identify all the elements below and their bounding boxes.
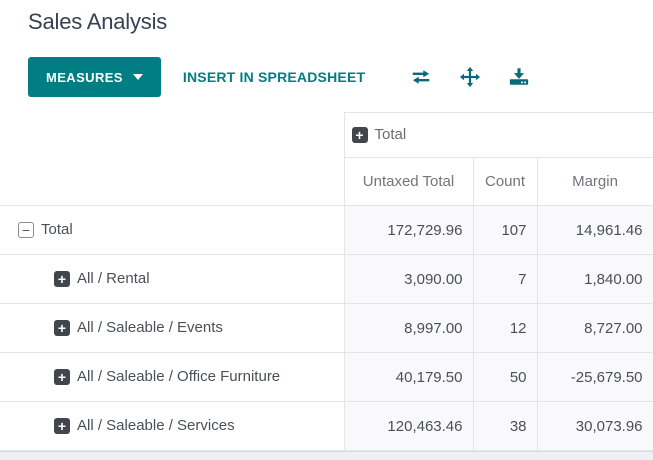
cell-untaxed-total[interactable]: 3,090.00	[343, 254, 474, 304]
table-footer-strip	[0, 451, 653, 460]
insert-in-spreadsheet-button[interactable]: INSERT IN SPREADSHEET	[183, 69, 365, 85]
measures-header-row: Untaxed Total Count Margin	[0, 157, 653, 206]
expand-plus-icon[interactable]: +	[54, 270, 70, 287]
row-label: All / Rental	[77, 270, 150, 288]
cell-count[interactable]: 7	[472, 254, 538, 304]
row-header-rental[interactable]: + All / Rental	[0, 254, 344, 304]
measure-header-count[interactable]: Count	[472, 157, 538, 206]
page-title: Sales Analysis	[28, 9, 168, 34]
pivot-corner-cell	[0, 157, 345, 206]
cell-margin[interactable]: 14,961.46	[536, 205, 653, 255]
row-label: Total	[41, 221, 73, 239]
row-header-saleable-office-furniture[interactable]: + All / Saleable / Office Furniture	[0, 352, 344, 402]
expand-plus-icon[interactable]: +	[54, 319, 70, 336]
toolbar-icon-group	[409, 65, 556, 89]
flip-axes-icon[interactable]	[409, 65, 433, 89]
pivot-table: + Total Untaxed Total Count Margin − Tot…	[0, 112, 653, 451]
expand-plus-icon[interactable]: +	[54, 417, 70, 434]
pivot-toolbar: MEASURES INSERT IN SPREADSHEET	[28, 57, 653, 97]
measure-header-margin[interactable]: Margin	[536, 157, 653, 206]
collapse-minus-icon[interactable]: −	[18, 221, 34, 238]
expand-plus-icon[interactable]: +	[351, 126, 368, 143]
column-group-total[interactable]: + Total	[343, 112, 653, 158]
row-label: All / Saleable / Events	[77, 319, 223, 337]
row-label: All / Saleable / Office Furniture	[77, 368, 281, 386]
expand-plus-icon[interactable]: +	[54, 368, 70, 385]
cell-count[interactable]: 38	[472, 401, 538, 451]
table-row: + All / Saleable / Events 8,997.00 12 8,…	[0, 303, 653, 353]
row-header-saleable-services[interactable]: + All / Saleable / Services	[0, 401, 344, 451]
row-header-total[interactable]: − Total	[0, 205, 344, 255]
pivot-corner-cell	[0, 112, 345, 158]
cell-untaxed-total[interactable]: 172,729.96	[343, 205, 474, 255]
cell-count[interactable]: 50	[472, 352, 538, 402]
table-row: + All / Rental 3,090.00 7 1,840.00	[0, 254, 653, 304]
cell-count[interactable]: 12	[472, 303, 538, 353]
cell-untaxed-total[interactable]: 40,179.50	[343, 352, 474, 402]
column-group-label: Total	[374, 126, 407, 144]
cell-untaxed-total[interactable]: 120,463.46	[343, 401, 474, 451]
cell-count[interactable]: 107	[472, 205, 538, 255]
row-header-saleable-events[interactable]: + All / Saleable / Events	[0, 303, 344, 353]
cell-margin[interactable]: 30,073.96	[536, 401, 653, 451]
cell-margin[interactable]: 1,840.00	[536, 254, 653, 304]
cell-untaxed-total[interactable]: 8,997.00	[343, 303, 474, 353]
column-group-row: + Total	[0, 112, 653, 158]
table-row: + All / Saleable / Office Furniture 40,1…	[0, 352, 653, 402]
row-label: All / Saleable / Services	[77, 417, 235, 435]
measures-button[interactable]: MEASURES	[28, 57, 161, 97]
table-row: + All / Saleable / Services 120,463.46 3…	[0, 401, 653, 451]
cell-margin[interactable]: 8,727.00	[536, 303, 653, 353]
chevron-down-icon	[132, 74, 143, 80]
download-icon[interactable]	[507, 65, 531, 89]
cell-margin[interactable]: -25,679.50	[536, 352, 653, 402]
measure-header-untaxed-total[interactable]: Untaxed Total	[343, 157, 474, 206]
table-row: − Total 172,729.96 107 14,961.46	[0, 205, 653, 255]
measures-button-label: MEASURES	[46, 69, 123, 85]
expand-all-icon[interactable]	[458, 65, 482, 89]
